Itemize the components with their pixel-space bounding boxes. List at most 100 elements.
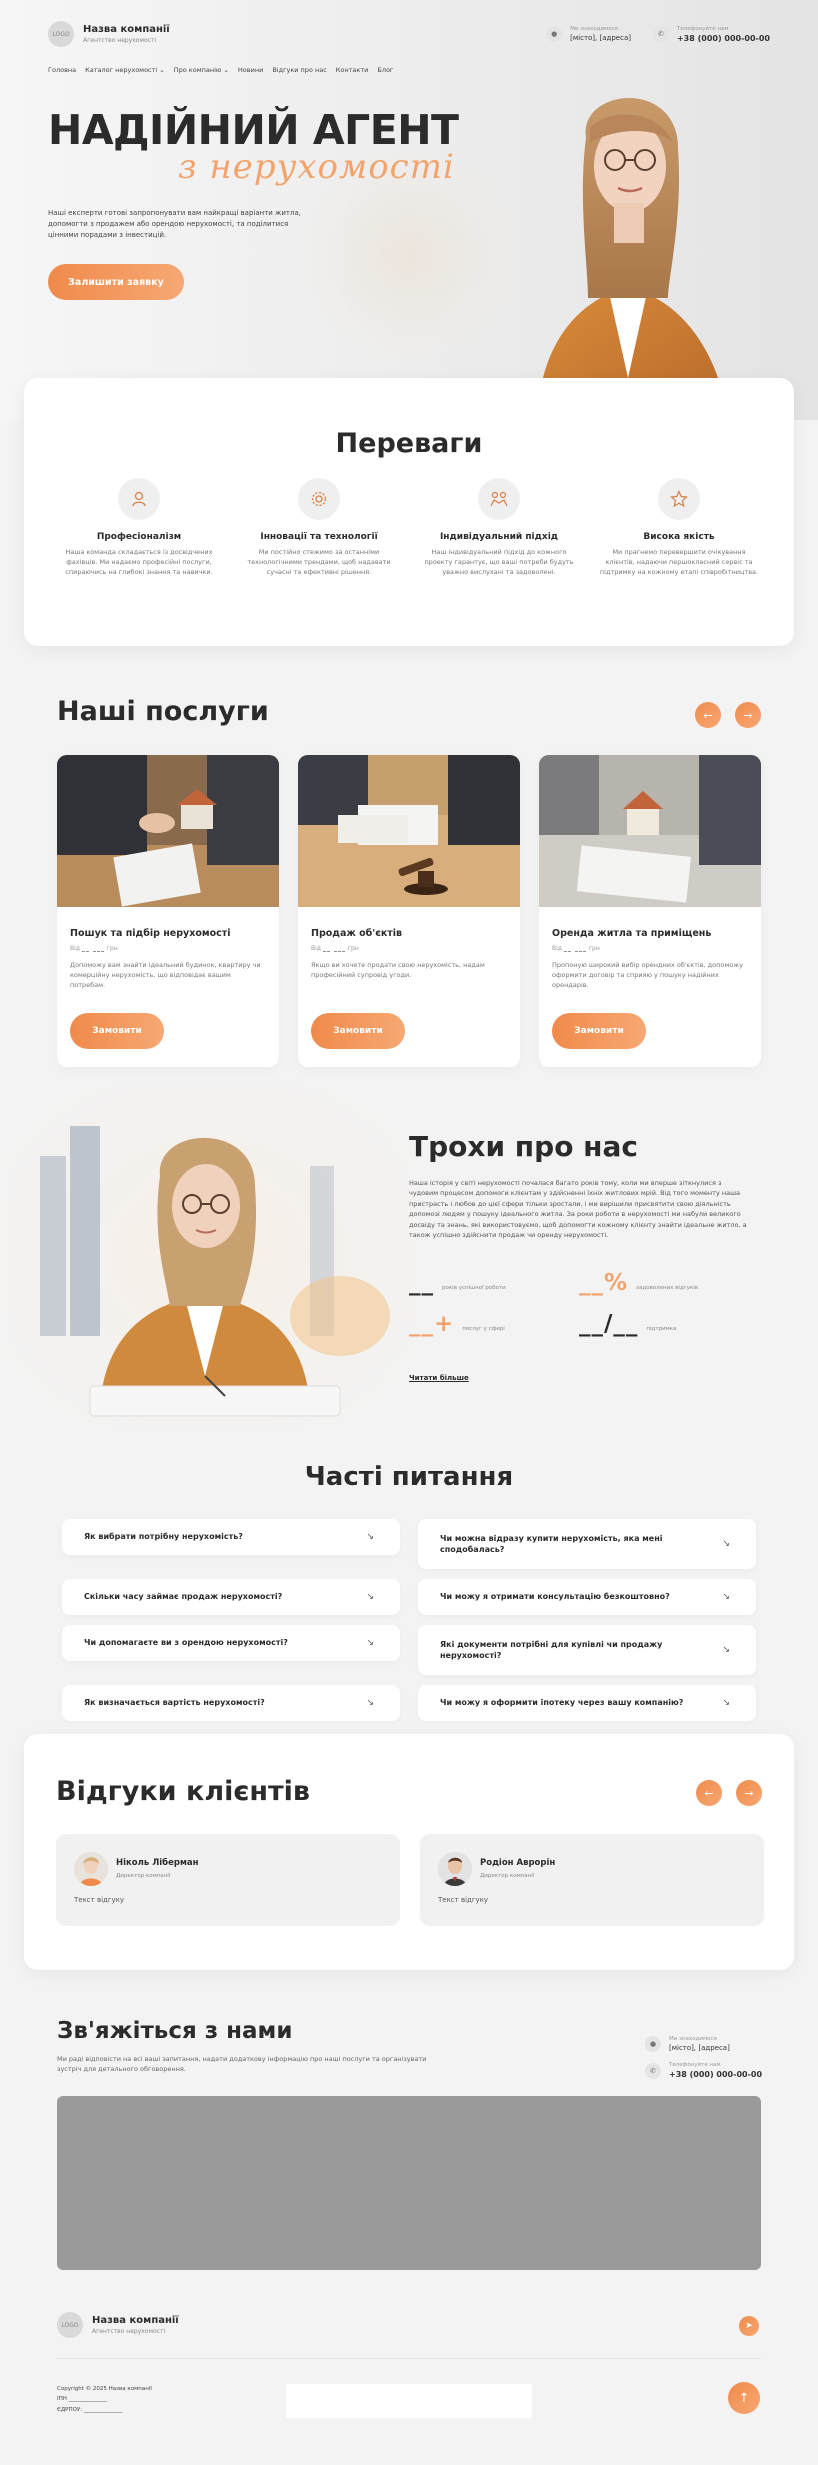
services-grid: Пошук та підбір нерухомості Від __ ___ г… xyxy=(57,755,761,1067)
ipn-text: ІПН ______________ xyxy=(57,2396,108,2403)
services-next-button[interactable]: → xyxy=(735,702,761,728)
stat-label: послуг у сфері xyxy=(462,1326,505,1332)
review-text: Текст відгуку xyxy=(74,1896,125,1904)
hero-agent-photo xyxy=(538,98,728,420)
company-subtitle: Агентство нерухомості xyxy=(83,37,157,44)
advantage-text: Ми постійно стежимо за останніми техноло… xyxy=(247,548,391,577)
location-pin-icon: ● xyxy=(546,26,563,42)
map-placeholder[interactable] xyxy=(57,2096,761,2270)
reviews-title: Відгуки клієнтів xyxy=(56,1776,310,1807)
stat-item: __ років успішної роботи xyxy=(409,1272,579,1295)
stat-label: підтримка xyxy=(646,1326,677,1332)
service-description: Допоможу вам знайти ідеальний будинок, к… xyxy=(70,961,261,990)
faq-item[interactable]: Як визначається вартість нерухомості? ↘ xyxy=(62,1685,400,1721)
read-more-link[interactable]: Читати більше xyxy=(409,1374,469,1382)
nav-item-catalog-label: Каталог нерухомості xyxy=(85,66,158,74)
footer: LOGO Назва компанії Агентство нерухомост… xyxy=(0,2300,818,2460)
faq-item[interactable]: Чи можна відразу купити нерухомість, яка… xyxy=(418,1519,756,1569)
reviews-grid: Ніколь Ліберман Директор компанії Текст … xyxy=(56,1834,764,1926)
review-author-role: Директор компанії xyxy=(480,1873,535,1879)
phone-label: Телефонуйте нам xyxy=(676,25,729,32)
faq-item[interactable]: Як вибрати потрібну нерухомість? ↘ xyxy=(62,1519,400,1555)
nav-item-reviews[interactable]: Відгуки про нас xyxy=(272,66,326,74)
faq-question: Чи допомагаєте ви з орендою нерухомості? xyxy=(84,1638,288,1648)
location-pin-icon: ● xyxy=(645,2036,661,2052)
telegram-icon[interactable]: ➤ xyxy=(739,2316,759,2336)
main-nav: Головна Каталог нерухомості ⌄ Про компан… xyxy=(48,66,393,74)
service-card: Продаж об'єктів Від __ ___ грн Якщо ви х… xyxy=(298,755,520,1067)
faq-section: Часті питання Як вибрати потрібну нерухо… xyxy=(0,1450,818,1734)
price-prefix: Від xyxy=(70,945,80,952)
services-section: Наші послуги ← → Пошук та підбір нерухом… xyxy=(0,646,818,1086)
handshake-icon xyxy=(478,478,520,520)
advantage-name: Індивідуальний підхід xyxy=(439,532,559,542)
nav-item-news[interactable]: Новини xyxy=(238,66,263,74)
contacts-phone[interactable]: ✆ Телефонуйте нам +38 (000) 000-00-00 xyxy=(645,2062,762,2079)
faq-title: Часті питання xyxy=(304,1462,514,1492)
request-button[interactable]: Залишити заявку xyxy=(48,264,184,300)
copyright-text: Copyright © 2025 Назва компанії xyxy=(57,2386,152,2392)
nav-item-about[interactable]: Про компанію ⌄ xyxy=(174,66,229,74)
footer-placeholder-box xyxy=(286,2384,532,2418)
company-name: Назва компанії xyxy=(83,24,170,35)
advantages-section: Переваги Професіоналізм Наша команда скл… xyxy=(24,378,794,646)
company-subtitle: Агентство нерухомості xyxy=(92,2328,166,2335)
scroll-to-top-button[interactable]: ↑ xyxy=(728,2382,760,2414)
arrow-down-right-icon: ↘ xyxy=(366,1637,374,1648)
about-stats: __ років успішної роботи __% задоволених… xyxy=(409,1272,749,1336)
phone-icon: ✆ xyxy=(652,26,669,42)
nav-item-catalog[interactable]: Каталог нерухомості ⌄ xyxy=(85,66,165,74)
advantage-item: Висока якість Ми прагнемо перевершити оч… xyxy=(594,478,764,577)
faq-question: Скільки часу займає продаж нерухомості? xyxy=(84,1592,283,1602)
order-button[interactable]: Замовити xyxy=(552,1013,646,1049)
price-value: __ ___ xyxy=(563,945,587,952)
order-button[interactable]: Замовити xyxy=(70,1013,164,1049)
nav-item-about-label: Про компанію xyxy=(173,66,222,74)
nav-item-blog[interactable]: Блог xyxy=(377,66,393,74)
services-prev-button[interactable]: ← xyxy=(695,702,721,728)
company-logo[interactable]: LOGO xyxy=(57,2312,83,2338)
service-card: Пошук та підбір нерухомості Від __ ___ г… xyxy=(57,755,279,1067)
stat-value-number: __ xyxy=(409,1311,434,1337)
reviews-prev-button[interactable]: ← xyxy=(696,1780,722,1806)
stat-item: __+ послуг у сфері xyxy=(409,1313,579,1336)
phone-value[interactable]: +38 (000) 000-00-00 xyxy=(669,2070,762,2079)
order-button[interactable]: Замовити xyxy=(311,1013,405,1049)
phone-label: Телефонуйте нам xyxy=(669,2062,721,2068)
stat-label: задоволених відгуків xyxy=(636,1285,698,1291)
reviews-next-button[interactable]: → xyxy=(736,1780,762,1806)
advantage-name: Висока якість xyxy=(643,532,715,542)
phone-value[interactable]: +38 (000) 000-00-00 xyxy=(677,34,770,43)
chevron-down-icon: ⌄ xyxy=(223,66,229,74)
address-label: Ми знаходимося xyxy=(669,2036,717,2042)
arrow-down-right-icon: ↘ xyxy=(722,1697,730,1708)
nav-item-home[interactable]: Головна xyxy=(48,66,76,74)
faq-item[interactable]: Чи допомагаєте ви з орендою нерухомості?… xyxy=(62,1625,400,1661)
reviews-section: Відгуки клієнтів ← → Ніколь Ліберман Дир… xyxy=(24,1734,794,1970)
services-title: Наші послуги xyxy=(57,696,269,727)
stat-value: __% xyxy=(579,1272,628,1295)
faq-item[interactable]: Чи можу я отримати консультацію безкошто… xyxy=(418,1579,756,1615)
header-phone[interactable]: ✆ Телефонуйте нам +38 (000) 000-00-00 xyxy=(652,25,770,43)
header-contact-info: ● Ми знаходимося [місто], [адреса] ✆ Тел… xyxy=(546,26,770,43)
header-address: ● Ми знаходимося [місто], [адреса] xyxy=(546,26,631,42)
faq-question: Як визначається вартість нерухомості? xyxy=(84,1698,265,1708)
nav-item-contacts[interactable]: Контакти xyxy=(336,66,369,74)
company-logo[interactable]: LOGO xyxy=(48,21,74,47)
advantage-item: Професіоналізм Наша команда складається … xyxy=(54,478,224,577)
star-icon xyxy=(658,478,700,520)
address-label: Ми знаходимося xyxy=(570,26,618,32)
arrow-down-right-icon: ↘ xyxy=(366,1531,374,1542)
faq-item[interactable]: Чи можу я оформити іпотеку через вашу ко… xyxy=(418,1685,756,1721)
arrow-down-right-icon: ↘ xyxy=(366,1697,374,1708)
person-icon xyxy=(118,478,160,520)
footer-legal: Copyright © 2025 Назва компанії ІПН ____… xyxy=(57,2384,152,2415)
price-unit: грн xyxy=(347,945,359,952)
stat-value-suffix: % xyxy=(604,1270,629,1296)
faq-item[interactable]: Які документи потрібні для купівлі чи пр… xyxy=(418,1625,756,1675)
hero-description: Наші експерти готові запропонувати вам н… xyxy=(48,209,301,239)
stat-item: __% задоволених відгуків xyxy=(579,1272,749,1295)
advantage-name: Професіоналізм xyxy=(96,532,182,542)
faq-item[interactable]: Скільки часу займає продаж нерухомості? ↘ xyxy=(62,1579,400,1615)
review-text: Текст відгуку xyxy=(438,1896,489,1904)
